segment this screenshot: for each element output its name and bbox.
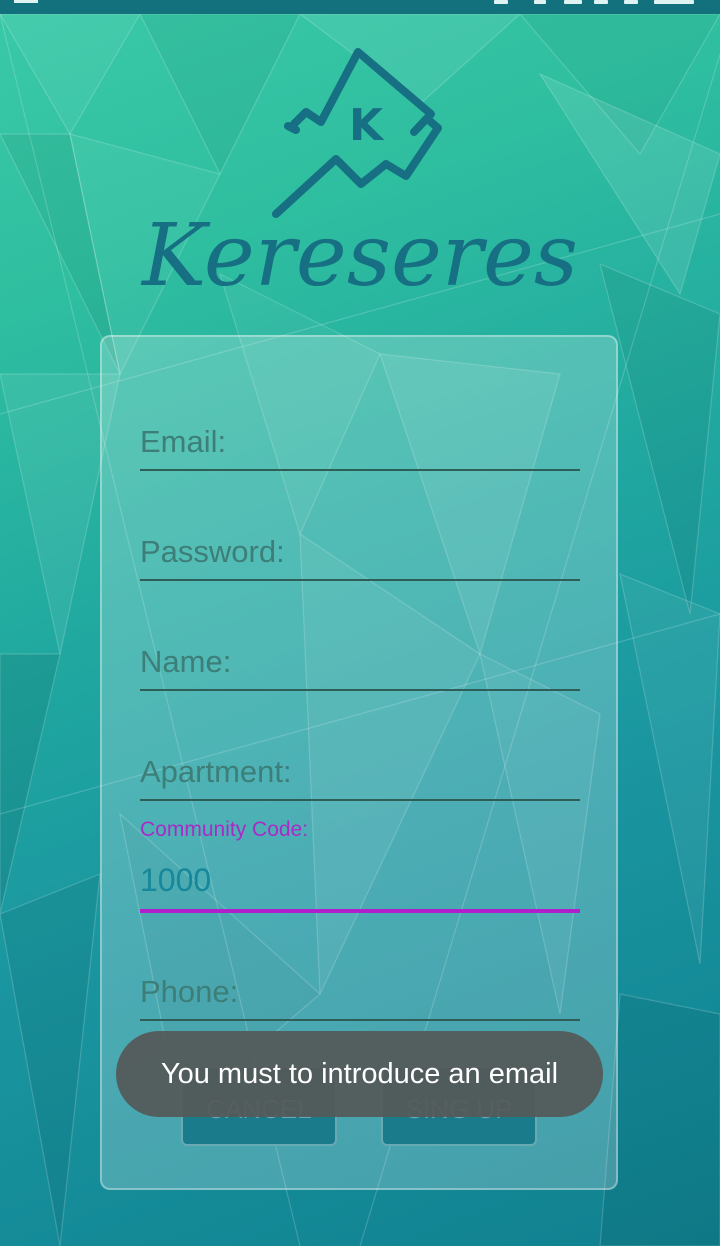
name-underline <box>140 689 580 691</box>
apartment-underline <box>140 799 580 801</box>
menu-icon <box>14 0 38 3</box>
community-code-label: Community Code: <box>140 818 309 841</box>
apartment-field[interactable]: Apartment: <box>140 754 580 801</box>
name-field[interactable]: Name: <box>140 644 580 691</box>
phone-placeholder: Phone: <box>140 974 239 1009</box>
community-code-value: 1000 <box>140 862 212 898</box>
password-placeholder: Password: <box>140 534 285 569</box>
toast-message: You must to introduce an email <box>116 1031 603 1117</box>
logo-letter: K <box>349 100 385 151</box>
password-underline <box>140 579 580 581</box>
password-field[interactable]: Password: <box>140 534 580 581</box>
status-icons <box>484 0 704 4</box>
apartment-placeholder: Apartment: <box>140 754 292 789</box>
community-code-underline <box>140 909 580 913</box>
brand-title: Kereseres <box>141 206 578 306</box>
phone-underline <box>140 1019 580 1021</box>
house-logo-icon: K <box>272 48 442 218</box>
email-field[interactable]: Email: <box>140 424 580 471</box>
email-underline <box>140 469 580 471</box>
community-code-field[interactable]: Community Code: 1000 <box>140 818 580 913</box>
phone-field[interactable]: Phone: <box>140 974 580 1021</box>
status-bar <box>0 0 720 14</box>
name-placeholder: Name: <box>140 644 232 679</box>
email-placeholder: Email: <box>140 424 227 459</box>
